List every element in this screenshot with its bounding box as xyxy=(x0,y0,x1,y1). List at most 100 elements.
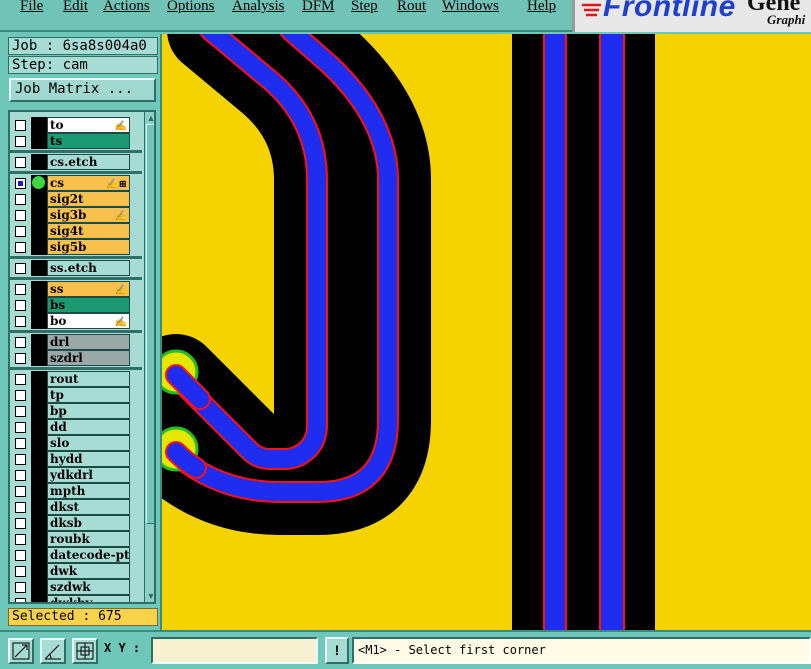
xy-coordinate-input[interactable] xyxy=(151,637,318,664)
layer-display-checkbox[interactable] xyxy=(15,454,26,465)
layer-work-slot[interactable] xyxy=(31,515,47,531)
layer-name[interactable]: ss ✍ xyxy=(47,281,130,297)
layer-name[interactable]: dd xyxy=(47,419,130,435)
layer-row-dwk[interactable]: dwk xyxy=(10,563,142,579)
layer-name[interactable]: ts xyxy=(47,133,130,149)
layer-name[interactable]: datecode-pte xyxy=(47,547,130,563)
layer-name[interactable]: dwkbv xyxy=(47,595,130,602)
menu-actions[interactable]: Actions xyxy=(103,0,150,15)
menu-windows[interactable]: Windows xyxy=(442,0,499,15)
layer-name[interactable]: ss.etch xyxy=(47,260,130,276)
layer-display-checkbox[interactable] xyxy=(15,337,26,348)
layer-work-slot[interactable] xyxy=(31,371,47,387)
layer-row-datecode-pte[interactable]: datecode-pte xyxy=(10,547,142,563)
layer-display-checkbox[interactable] xyxy=(15,194,26,205)
layer-scrollbar[interactable]: ▲ ▼ xyxy=(144,112,154,602)
layer-display-checkbox[interactable] xyxy=(15,470,26,481)
layer-work-slot[interactable] xyxy=(31,483,47,499)
layer-row-sig3b[interactable]: sig3b ✍ xyxy=(10,207,142,223)
layer-name[interactable]: dkst xyxy=(47,499,130,515)
pcb-board-view[interactable] xyxy=(162,34,811,630)
scrollbar-thumb[interactable] xyxy=(146,124,154,524)
layer-row-bo[interactable]: bo ✍ xyxy=(10,313,142,329)
layer-display-checkbox[interactable] xyxy=(15,300,26,311)
layer-row-sig5b[interactable]: sig5b xyxy=(10,239,142,255)
layer-name[interactable]: dksb xyxy=(47,515,130,531)
layer-display-checkbox[interactable] xyxy=(15,390,26,401)
layer-name[interactable]: roubk xyxy=(47,531,130,547)
layer-row-slo[interactable]: slo xyxy=(10,435,142,451)
layer-name[interactable]: bp xyxy=(47,403,130,419)
layer-work-slot[interactable] xyxy=(31,239,47,255)
layer-name[interactable]: drl xyxy=(47,334,130,350)
layer-name[interactable]: sig5b xyxy=(47,239,130,255)
layer-work-slot[interactable] xyxy=(31,297,47,313)
layer-work-slot[interactable] xyxy=(31,260,47,276)
zoom-window-button[interactable] xyxy=(8,638,34,664)
layer-name[interactable]: szdwk xyxy=(47,579,130,595)
layer-work-slot[interactable] xyxy=(31,579,47,595)
layer-display-checkbox[interactable] xyxy=(15,263,26,274)
layer-row-szdwk[interactable]: szdwk xyxy=(10,579,142,595)
layer-work-slot[interactable] xyxy=(31,403,47,419)
layer-name[interactable]: mpth xyxy=(47,483,130,499)
layer-name[interactable]: to ✍ xyxy=(47,117,130,133)
layer-row-dkst[interactable]: dkst xyxy=(10,499,142,515)
layer-display-checkbox[interactable] xyxy=(15,534,26,545)
layer-display-checkbox[interactable] xyxy=(15,566,26,577)
scroll-down-arrow-icon[interactable]: ▼ xyxy=(146,591,154,601)
measure-button[interactable] xyxy=(40,638,66,664)
layer-display-checkbox[interactable] xyxy=(15,406,26,417)
layer-display-checkbox[interactable] xyxy=(15,502,26,513)
menu-analysis[interactable]: Analysis xyxy=(232,0,285,15)
layer-name[interactable]: rout xyxy=(47,371,130,387)
layer-work-slot[interactable] xyxy=(31,435,47,451)
layer-row-ydkdrl[interactable]: ydkdrl xyxy=(10,467,142,483)
menu-step[interactable]: Step xyxy=(351,0,378,15)
menu-file[interactable]: File xyxy=(20,0,43,15)
layer-row-sig4t[interactable]: sig4t xyxy=(10,223,142,239)
layer-row-dd[interactable]: dd xyxy=(10,419,142,435)
layer-row-tp[interactable]: tp xyxy=(10,387,142,403)
grid-snap-button[interactable] xyxy=(72,638,98,664)
layer-work-slot[interactable] xyxy=(31,387,47,403)
layer-work-slot[interactable] xyxy=(31,547,47,563)
layer-row-ts[interactable]: ts xyxy=(10,133,142,149)
layer-row-roubk[interactable]: roubk xyxy=(10,531,142,547)
menu-rout[interactable]: Rout xyxy=(397,0,426,15)
layer-row-cs[interactable]: cs ✍ ⊞ xyxy=(10,175,142,191)
menu-edit[interactable]: Edit xyxy=(63,0,88,15)
layer-row-hydd[interactable]: hydd xyxy=(10,451,142,467)
layer-work-slot[interactable] xyxy=(31,419,47,435)
layer-work-slot[interactable] xyxy=(31,334,47,350)
layer-name[interactable]: sig2t xyxy=(47,191,130,207)
layer-work-slot[interactable] xyxy=(31,595,47,602)
layer-work-slot[interactable] xyxy=(31,499,47,515)
layer-row-bp[interactable]: bp xyxy=(10,403,142,419)
layer-work-slot[interactable] xyxy=(31,467,47,483)
layer-name[interactable]: hydd xyxy=(47,451,130,467)
layer-row-bs[interactable]: bs xyxy=(10,297,142,313)
layer-display-checkbox[interactable] xyxy=(15,598,26,602)
layer-name[interactable]: slo xyxy=(47,435,130,451)
layer-work-slot[interactable] xyxy=(31,175,47,191)
layer-display-checkbox[interactable] xyxy=(15,422,26,433)
layer-row-dwkbv[interactable]: dwkbv xyxy=(10,595,142,602)
layer-work-slot[interactable] xyxy=(31,223,47,239)
layer-name[interactable]: cs.etch xyxy=(47,154,130,170)
menu-dfm[interactable]: DFM xyxy=(302,0,335,15)
menu-help[interactable]: Help xyxy=(527,0,556,15)
layer-row-rout[interactable]: rout xyxy=(10,371,142,387)
layer-name[interactable]: ydkdrl xyxy=(47,467,130,483)
layer-display-checkbox[interactable] xyxy=(15,550,26,561)
layer-display-checkbox[interactable] xyxy=(15,316,26,327)
layer-work-slot[interactable] xyxy=(31,350,47,366)
layer-work-slot[interactable] xyxy=(31,154,47,170)
layer-name[interactable]: tp xyxy=(47,387,130,403)
layer-work-slot[interactable] xyxy=(31,117,47,133)
layer-name[interactable]: bo ✍ xyxy=(47,313,130,329)
layer-row-szdrl[interactable]: szdrl xyxy=(10,350,142,366)
layer-display-checkbox[interactable] xyxy=(15,486,26,497)
layer-row-drl[interactable]: drl xyxy=(10,334,142,350)
menu-options[interactable]: Options xyxy=(167,0,215,15)
